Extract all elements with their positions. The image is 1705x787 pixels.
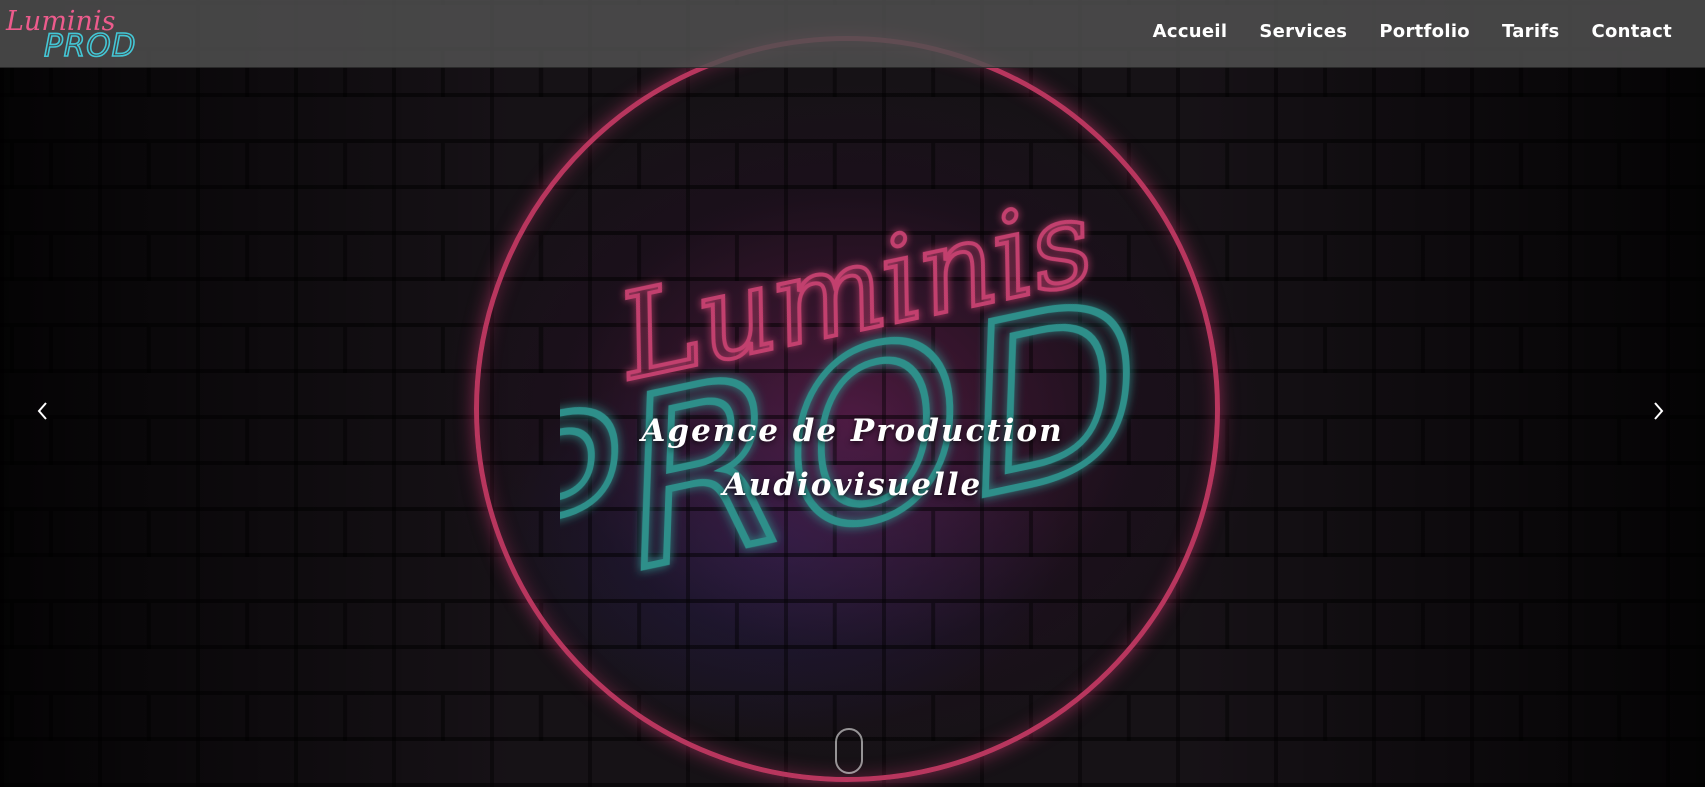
hero-slider: Luminis PROD Agence de Production Audiov… (0, 0, 1705, 787)
nav-portfolio[interactable]: Portfolio (1363, 21, 1486, 42)
site-header: Luminis PROD Accueil Services Portfolio … (0, 0, 1705, 68)
slider-prev-button[interactable] (28, 396, 58, 426)
logo-line-2: PROD (44, 28, 137, 60)
main-nav: Accueil Services Portfolio Tarifs Contac… (1137, 0, 1687, 62)
chevron-left-icon (37, 402, 47, 420)
caption-line-2: Audiovisuelle (722, 467, 983, 503)
hero-caption: Agence de Production Audiovisuelle (0, 404, 1705, 512)
caption-line-1: Agence de Production (641, 413, 1064, 449)
nav-accueil[interactable]: Accueil (1137, 21, 1244, 42)
site-logo-link[interactable]: Luminis PROD (4, 4, 154, 65)
nav-contact[interactable]: Contact (1575, 21, 1687, 42)
mouse-scroll-icon[interactable] (835, 728, 863, 774)
slider-next-button[interactable] (1643, 396, 1673, 426)
nav-services[interactable]: Services (1243, 21, 1363, 42)
nav-tarifs[interactable]: Tarifs (1486, 21, 1576, 42)
site-logo: Luminis PROD (5, 6, 137, 65)
chevron-right-icon (1654, 402, 1664, 420)
